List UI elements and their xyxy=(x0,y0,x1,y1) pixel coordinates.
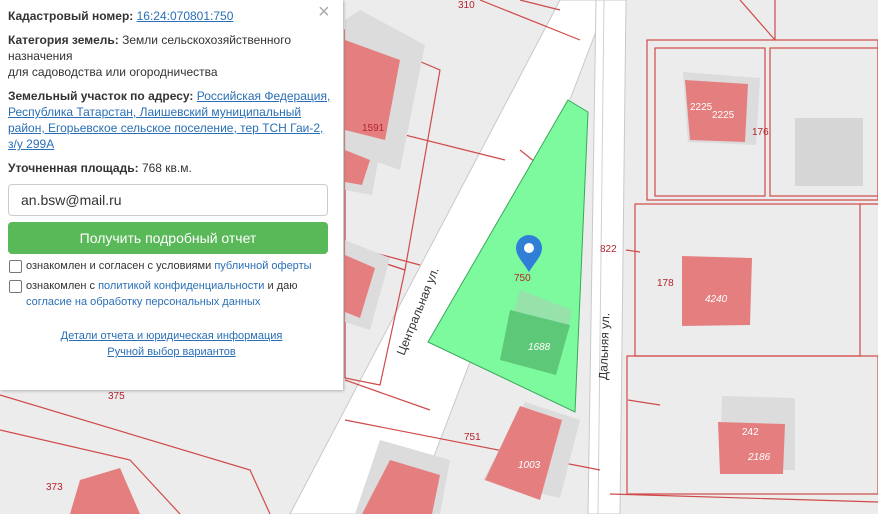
building-label-1688: 1688 xyxy=(528,342,551,353)
building-label-2225a: 2225 xyxy=(690,102,713,113)
plot-label-373: 373 xyxy=(46,482,63,493)
building-label-1003: 1003 xyxy=(518,460,541,471)
building-label-242: 242 xyxy=(742,427,759,438)
cadastral-number-link[interactable]: 16:24:070801:750 xyxy=(137,9,234,23)
public-offer-link[interactable]: публичной оферты xyxy=(214,260,311,272)
selected-plot-label: 750 xyxy=(514,273,531,284)
consent-offer[interactable]: ознакомлен и согласен с условиями публич… xyxy=(8,258,335,274)
plot-label-178: 178 xyxy=(657,278,674,289)
close-icon[interactable]: × xyxy=(318,2,330,22)
category-use: для садоводства или огородничества xyxy=(8,65,218,79)
plot-label-822: 822 xyxy=(600,244,617,255)
cadastral-label: Кадастровый номер: xyxy=(8,9,134,23)
report-details-link[interactable]: Детали отчета и юридическая информация xyxy=(8,328,335,344)
category-row: Категория земель: Земли сельскохозяйстве… xyxy=(8,32,335,80)
consent-privacy[interactable]: ознакомлен с политикой конфиденциальност… xyxy=(8,278,335,310)
consent-privacy-text: ознакомлен с xyxy=(26,280,96,292)
consent-offer-checkbox[interactable] xyxy=(9,260,22,273)
consent-offer-text: ознакомлен и согласен с условиями xyxy=(26,260,212,272)
area-value: 768 кв.м. xyxy=(141,161,192,175)
manual-selection-link[interactable]: Ручной выбор вариантов xyxy=(8,344,335,360)
building-label-2186: 2186 xyxy=(747,452,771,463)
plot-label-375: 375 xyxy=(108,391,125,402)
plot-label-751: 751 xyxy=(464,432,481,443)
plot-label-310: 310 xyxy=(458,0,475,11)
address-row: Земельный участок по адресу: Российская … xyxy=(8,88,335,152)
building-label-2225b: 2225 xyxy=(712,110,735,121)
street-label-dalnyaya: Дальняя ул. xyxy=(596,313,612,381)
personal-data-consent-link[interactable]: согласие на обработку персональных данны… xyxy=(26,296,260,308)
bottom-links: Детали отчета и юридическая информация Р… xyxy=(8,328,335,360)
cadastral-row: Кадастровый номер: 16:24:070801:750 xyxy=(8,8,335,24)
plot-info-panel: × Кадастровый номер: 16:24:070801:750 Ка… xyxy=(0,0,343,390)
consent-privacy-checkbox[interactable] xyxy=(9,280,22,293)
address-label: Земельный участок по адресу: xyxy=(8,89,194,103)
privacy-policy-link[interactable]: политикой конфиденциальности xyxy=(98,280,264,292)
plot-label-1591: 1591 xyxy=(362,123,385,134)
email-input[interactable]: an.bsw@mail.ru xyxy=(8,184,328,216)
consent-privacy-mid: и даю xyxy=(267,280,298,292)
area-row: Уточненная площадь: 768 кв.м. xyxy=(8,160,335,176)
building-label-4240: 4240 xyxy=(705,294,728,305)
get-report-button[interactable]: Получить подробный отчет xyxy=(8,222,328,254)
area-label: Уточненная площадь: xyxy=(8,161,139,175)
plot-label-176: 176 xyxy=(752,127,769,138)
category-label: Категория земель: xyxy=(8,33,119,47)
